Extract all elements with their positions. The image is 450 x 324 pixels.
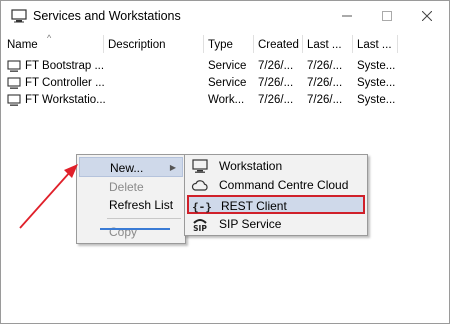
row-last-2: Syste... [357, 77, 396, 89]
menu-item-label: Delete [109, 180, 144, 194]
rest-client-icon: {-} [193, 201, 211, 214]
monitor-icon [7, 94, 21, 106]
menu-item-copy[interactable]: Copy [79, 222, 183, 242]
submenu-item-rest-client[interactable]: {-} REST Client [187, 195, 365, 214]
submenu-arrow-icon: ▶ [169, 163, 176, 172]
row-type: Service [208, 60, 247, 72]
column-headers: ^ Name Description Type Created Last ...… [1, 33, 449, 55]
row-last-1: 7/26/... [307, 77, 343, 89]
row-created: 7/26/... [258, 60, 294, 72]
submenu-item-workstation[interactable]: Workstation [187, 157, 365, 176]
table-row[interactable]: FT Workstatio... Work... 7/26/... 7/26/.… [1, 92, 449, 110]
row-last-1: 7/26/... [307, 60, 343, 72]
submenu-item-label: Workstation [219, 159, 283, 173]
menu-item-delete[interactable]: Delete [79, 177, 183, 197]
row-last-1: 7/26/... [307, 94, 343, 106]
row-type: Work... [208, 94, 245, 106]
column-header-name[interactable]: Name [7, 39, 38, 51]
focus-underline [100, 228, 170, 230]
menu-item-refresh-list[interactable]: Refresh List [79, 195, 183, 215]
monitor-icon [11, 9, 27, 23]
row-created: 7/26/... [258, 94, 294, 106]
column-header-last-2[interactable]: Last ... [357, 39, 392, 51]
close-icon [422, 11, 432, 21]
submenu-item-sip-service[interactable]: SIP SIP Service [187, 215, 365, 234]
submenu-item-label: REST Client [221, 199, 287, 213]
monitor-icon [192, 159, 208, 173]
table-row[interactable]: FT Controller ... Service 7/26/... 7/26/… [1, 75, 449, 93]
monitor-icon [7, 77, 21, 89]
menu-item-label: New... [110, 161, 144, 175]
column-header-description[interactable]: Description [108, 39, 166, 51]
row-last-2: Syste... [357, 94, 396, 106]
menu-item-label: Refresh List [109, 198, 174, 212]
new-submenu: Workstation Command Centre Cloud {-} RES… [184, 154, 368, 236]
menu-item-new[interactable]: New... ▶ [79, 157, 183, 177]
close-button[interactable] [407, 1, 447, 31]
cloud-icon [191, 180, 208, 191]
minimize-button[interactable] [327, 1, 367, 31]
sort-ascending-icon: ^ [47, 33, 52, 43]
column-header-created[interactable]: Created [258, 39, 299, 51]
title-bar[interactable]: Services and Workstations [1, 1, 449, 31]
minimize-icon [342, 15, 352, 17]
maximize-button[interactable] [367, 1, 407, 31]
row-type: Service [208, 77, 247, 89]
table-row[interactable]: FT Bootstrap ... Service 7/26/... 7/26/.… [1, 58, 449, 76]
window-title: Services and Workstations [33, 9, 181, 23]
svg-text:SIP: SIP [193, 224, 207, 232]
row-created: 7/26/... [258, 77, 294, 89]
row-last-2: Syste... [357, 60, 396, 72]
row-name: FT Controller ... [25, 77, 105, 89]
maximize-icon [382, 11, 392, 21]
context-menu: New... ▶ Delete Refresh List Copy [76, 154, 186, 244]
sip-icon: SIP [193, 219, 207, 232]
submenu-item-command-centre-cloud[interactable]: Command Centre Cloud [187, 176, 365, 195]
column-header-type[interactable]: Type [208, 39, 233, 51]
submenu-item-label: Command Centre Cloud [219, 178, 349, 192]
submenu-item-label: SIP Service [219, 217, 282, 231]
row-name: FT Bootstrap ... [25, 60, 105, 72]
row-name: FT Workstatio... [25, 94, 106, 106]
svg-text:{-}: {-} [193, 201, 211, 214]
column-header-last-1[interactable]: Last ... [307, 39, 342, 51]
monitor-icon [7, 60, 21, 72]
menu-separator [107, 218, 181, 219]
